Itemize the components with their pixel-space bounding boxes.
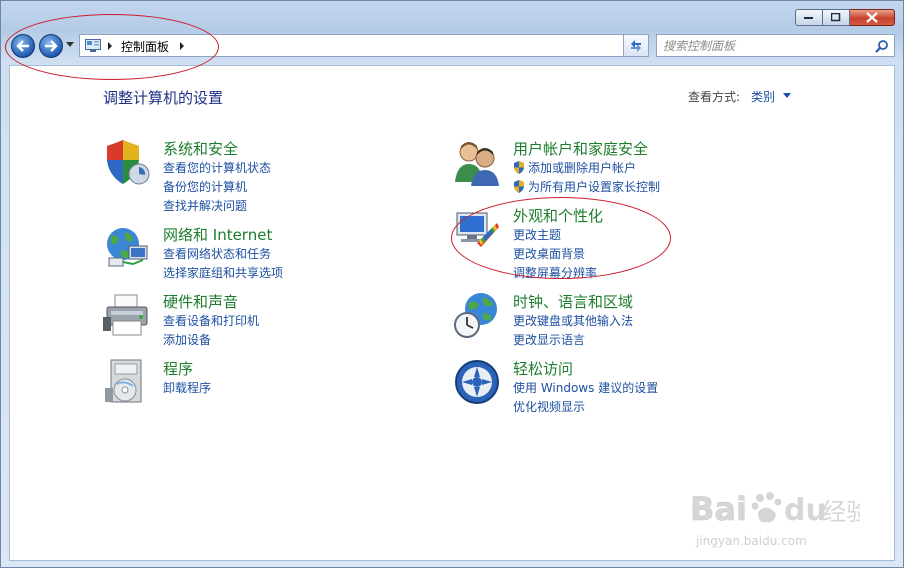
breadcrumb-separator-icon[interactable] — [108, 42, 112, 50]
link-change-theme[interactable]: 更改主题 — [513, 226, 561, 243]
link-parental-controls-label[interactable]: 为所有用户设置家长控制 — [528, 180, 660, 194]
breadcrumb-chevron-icon[interactable] — [180, 42, 184, 50]
content-pane: 调整计算机的设置 查看方式: 类别 系统和安全 查看您的计算机状态 备份您的计算… — [9, 65, 895, 561]
maximize-button[interactable] — [823, 9, 850, 26]
category-title-programs[interactable]: 程序 — [163, 358, 193, 379]
clock-globe-icon — [454, 293, 497, 338]
forward-button[interactable] — [39, 34, 63, 58]
baidu-watermark-logo: Bai du 经验 — [690, 490, 870, 529]
category-title-user-accounts[interactable]: 用户帐户和家庭安全 — [513, 138, 648, 159]
appearance-icon — [456, 212, 499, 247]
control-panel-window: 控制面板 调整计算机的设置 查看方式: 类别 系统和安全 查看您的计算机状态 备… — [0, 0, 904, 568]
shield-icon — [107, 140, 150, 185]
link-adjust-resolution[interactable]: 调整屏幕分辨率 — [513, 264, 597, 281]
category-title-clock-language-region[interactable]: 时钟、语言和区域 — [513, 291, 633, 312]
link-optimize-video-display[interactable]: 优化视频显示 — [513, 398, 585, 415]
link-uninstall-program[interactable]: 卸载程序 — [163, 379, 211, 396]
breadcrumb-control-panel[interactable]: 控制面板 — [121, 38, 169, 55]
link-change-desktop-background[interactable]: 更改桌面背景 — [513, 245, 585, 262]
view-by-select[interactable]: 类别 — [751, 88, 775, 105]
link-view-computer-status[interactable]: 查看您的计算机状态 — [163, 159, 271, 176]
control-panel-icon — [85, 39, 101, 52]
address-bar[interactable]: 控制面板 — [79, 34, 649, 57]
caption-buttons — [795, 9, 895, 26]
search-icon[interactable] — [875, 39, 889, 53]
programs-icon — [105, 359, 142, 403]
link-view-network-status[interactable]: 查看网络状态和任务 — [163, 245, 271, 262]
search-box[interactable] — [656, 34, 895, 57]
view-by-label: 查看方式: — [688, 90, 741, 104]
link-parental-controls[interactable]: 为所有用户设置家长控制 — [513, 178, 660, 195]
network-icon — [107, 228, 148, 267]
category-title-hardware-sound[interactable]: 硬件和声音 — [163, 291, 238, 312]
link-backup-computer[interactable]: 备份您的计算机 — [163, 178, 247, 195]
close-icon — [866, 12, 878, 23]
link-change-display-language[interactable]: 更改显示语言 — [513, 331, 585, 348]
svg-text:经验: 经验 — [822, 498, 860, 526]
link-add-remove-accounts-label[interactable]: 添加或删除用户帐户 — [528, 161, 636, 175]
link-find-fix-problems[interactable]: 查找并解决问题 — [163, 197, 247, 214]
minimize-button[interactable] — [795, 9, 823, 26]
arrow-left-icon — [16, 40, 29, 52]
refresh-button[interactable] — [623, 34, 649, 57]
link-add-remove-accounts[interactable]: 添加或删除用户帐户 — [513, 159, 636, 176]
category-title-ease-of-access[interactable]: 轻松访问 — [513, 358, 573, 379]
close-button[interactable] — [850, 9, 895, 26]
printer-icon — [103, 294, 148, 336]
link-devices-printers[interactable]: 查看设备和打印机 — [163, 312, 259, 329]
uac-shield-icon — [514, 180, 524, 193]
link-homegroup-sharing[interactable]: 选择家庭组和共享选项 — [163, 264, 283, 281]
recent-pages-dropdown[interactable] — [66, 42, 74, 47]
link-windows-recommended-settings[interactable]: 使用 Windows 建议的设置 — [513, 379, 658, 396]
refresh-icon — [631, 39, 641, 52]
category-title-network-internet[interactable]: 网络和 Internet — [163, 224, 272, 245]
ease-of-access-icon — [455, 360, 499, 404]
uac-shield-icon — [514, 161, 524, 174]
arrow-right-icon — [45, 40, 58, 52]
link-change-input-method[interactable]: 更改键盘或其他输入法 — [513, 312, 633, 329]
users-icon — [455, 142, 499, 186]
link-add-device[interactable]: 添加设备 — [163, 331, 211, 348]
back-button[interactable] — [11, 34, 35, 58]
category-title-system-security[interactable]: 系统和安全 — [163, 138, 238, 159]
category-title-appearance[interactable]: 外观和个性化 — [513, 205, 603, 226]
maximize-icon — [831, 13, 841, 22]
minimize-icon — [804, 16, 813, 19]
view-by-dropdown-icon[interactable] — [783, 93, 791, 98]
search-input[interactable] — [663, 37, 863, 54]
svg-text:Bai: Bai — [690, 490, 747, 528]
svg-text:du: du — [784, 493, 827, 528]
baidu-watermark-url: jingyan.baidu.com — [696, 534, 807, 548]
baidu-watermark: Bai du 经验 jingyan.baidu.com — [690, 486, 870, 548]
page-title: 调整计算机的设置 — [103, 89, 224, 107]
